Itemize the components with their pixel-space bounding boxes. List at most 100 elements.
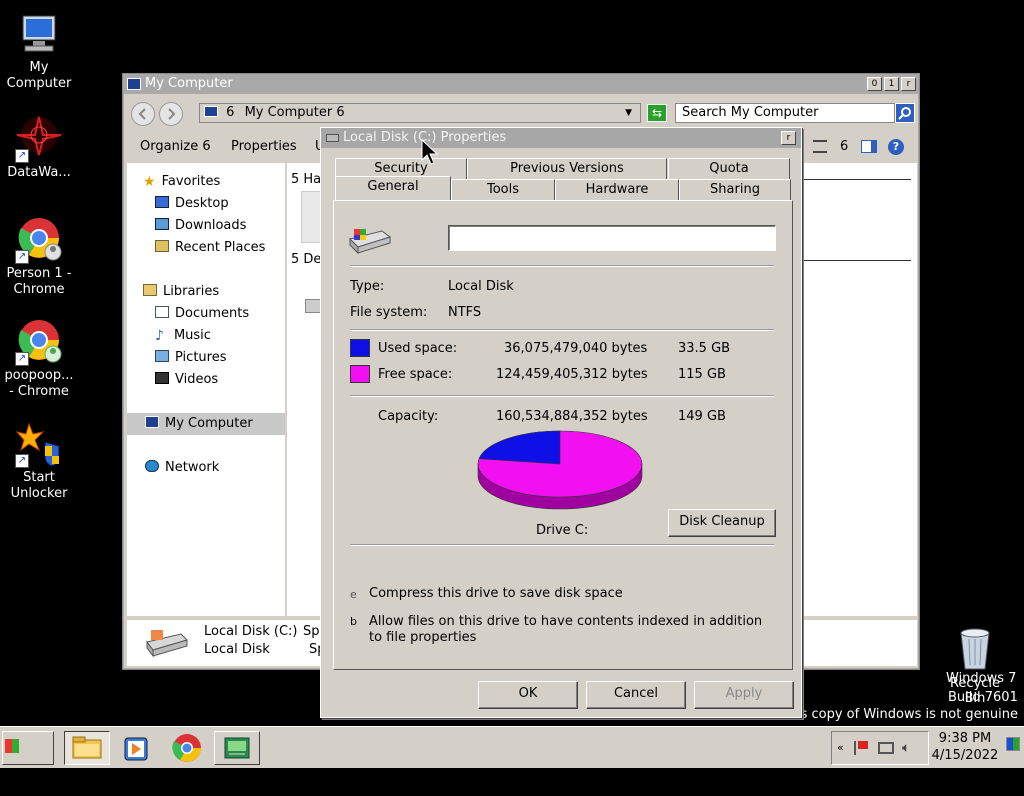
arrow-left-icon [138,108,146,120]
capacity-gb: 149 GB [678,409,726,424]
nav-videos[interactable]: Videos [155,371,218,389]
removable-drive-icon[interactable] [305,299,321,313]
datawarp-icon: ↗ [15,115,63,163]
clock-date[interactable]: 4/15/2022 [930,748,1000,763]
desktop-icon-person1-chrome[interactable]: ↗ Person 1 - Chrome [0,216,78,298]
documents-icon [155,306,169,318]
explorer-title: My Computer [145,76,233,91]
tab-sharing[interactable]: Sharing [679,179,791,200]
details-suffix: Sp [303,624,320,639]
help-icon[interactable]: ? [888,139,904,155]
group-divider [803,260,911,261]
back-button[interactable] [131,102,155,126]
cancel-button[interactable]: Cancel [586,681,686,709]
taskbar-explorer-button[interactable] [64,731,110,765]
unlocker-icon: ↗ [15,420,63,468]
compress-checkbox[interactable]: e [350,587,357,603]
action-center-flag-icon[interactable] [854,741,868,755]
desktop-icon-datawarp[interactable]: ↗ DataWa... [0,115,78,181]
explorer-titlebar[interactable]: My Computer 0 1 r [123,74,919,94]
media-player-icon[interactable] [122,735,150,763]
disk-cleanup-button[interactable]: Disk Cleanup [668,509,776,537]
address-text: My Computer 6 [244,105,345,120]
type-label: Type: [350,279,385,294]
minimize-button[interactable]: 0 [867,77,882,91]
desktop-icon-label: Person 1 - Chrome [6,266,72,297]
start-label: Start [5,772,37,787]
ok-button[interactable]: OK [478,681,578,709]
tab-general[interactable]: General [335,176,451,200]
nav-music[interactable]: ♪ Music [155,327,211,345]
show-desktop-button[interactable] [1006,737,1020,751]
chevron-down-icon[interactable]: ▼ [625,104,632,122]
index-checkbox[interactable]: b [350,614,357,630]
index-label[interactable]: Allow files on this drive to have conten… [369,614,762,630]
pie-used-slice [478,430,561,465]
filesystem-label: File system: [350,305,428,320]
show-hidden-icons-chevron[interactable]: « [837,741,844,754]
compress-label[interactable]: Compress this drive to save disk space [369,586,623,602]
watermark-build: Build 7601 [948,690,1018,705]
nav-documents[interactable]: Documents [155,305,249,323]
local-disk-icon [143,628,189,658]
libraries-icon [143,284,157,296]
used-space-bytes: 36,075,479,040 bytes [504,341,648,356]
nav-pictures[interactable]: Pictures [155,349,226,367]
desktop-icon-poopoop-chrome[interactable]: ↗ poopoop... - Chrome [0,318,78,400]
tab-quota[interactable]: Quota [668,158,790,179]
used-space-gb: 33.5 GB [678,341,731,356]
desktop-icon-my-computer[interactable]: My Computer [0,10,78,92]
forward-button[interactable] [159,102,183,126]
capacity-label: Capacity: [378,409,439,424]
view-count[interactable]: 6 [840,139,848,154]
separator [350,329,774,331]
mouse-cursor-icon [421,138,439,165]
separator [350,265,774,267]
properties-button[interactable]: Properties [231,139,297,154]
properties-dialog: Local Disk (C:) Properties r Security Pr… [320,127,802,718]
tab-hardware[interactable]: Hardware [555,179,679,200]
nav-libraries[interactable]: Libraries [143,283,219,301]
used-space-swatch [350,339,370,357]
recycle-bin-icon[interactable] [954,625,996,671]
organize-button[interactable]: Organize 6 [140,139,211,154]
address-bar[interactable]: 6 My Computer 6 ▼ [199,103,641,123]
tab-previous-versions[interactable]: Previous Versions [467,158,667,179]
search-icon[interactable] [895,103,915,123]
folder-icon [72,736,102,759]
taskbar: Start « 🔈︎ 9:38 PM 4/15/2022 [0,726,1024,787]
close-button[interactable]: r [901,77,916,91]
watermark-genuine: This copy of Windows is not genuine [780,707,1018,722]
start-button[interactable]: Start [2,731,54,787]
nav-network[interactable]: Network [145,459,219,477]
view-options-icon[interactable] [813,140,827,153]
refresh-button[interactable]: ⇆ [647,104,667,122]
apply-button[interactable]: Apply [694,681,794,709]
search-input[interactable]: Search My Computer [675,103,895,123]
navigation-pane: ★ Favorites Desktop Downloads Recent Plac… [127,163,285,616]
volume-icon[interactable]: 🔈︎ [902,740,910,756]
nav-my-computer[interactable]: My Computer [127,413,285,435]
tab-tools[interactable]: Tools [451,179,555,200]
preview-pane-icon[interactable] [861,140,877,153]
nav-desktop[interactable]: Desktop [155,195,229,213]
separator [350,544,774,546]
downloads-icon [155,218,169,230]
network-tray-icon[interactable] [878,742,894,754]
dialog-titlebar[interactable]: Local Disk (C:) Properties r [321,128,801,148]
nav-downloads[interactable]: Downloads [155,217,246,235]
group-hard-disks: 5 Ha [291,172,322,187]
maximize-button[interactable]: 1 [884,77,899,91]
shortcut-arrow-icon: ↗ [15,250,29,264]
dialog-close-button[interactable]: r [781,131,796,145]
chrome-icon[interactable] [172,733,202,763]
taskbar-network-app-button[interactable] [214,731,260,765]
nav-recent-places[interactable]: Recent Places [155,239,265,257]
desktop-icon-start-unlocker[interactable]: ↗ Start Unlocker [0,420,78,502]
windows-flag-icon [5,739,19,753]
nav-favorites[interactable]: ★ Favorites [143,173,220,191]
clock-time[interactable]: 9:38 PM [937,731,993,746]
drive-label-input[interactable] [448,225,776,251]
free-space-swatch [350,365,370,383]
free-space-gb: 115 GB [678,367,726,382]
